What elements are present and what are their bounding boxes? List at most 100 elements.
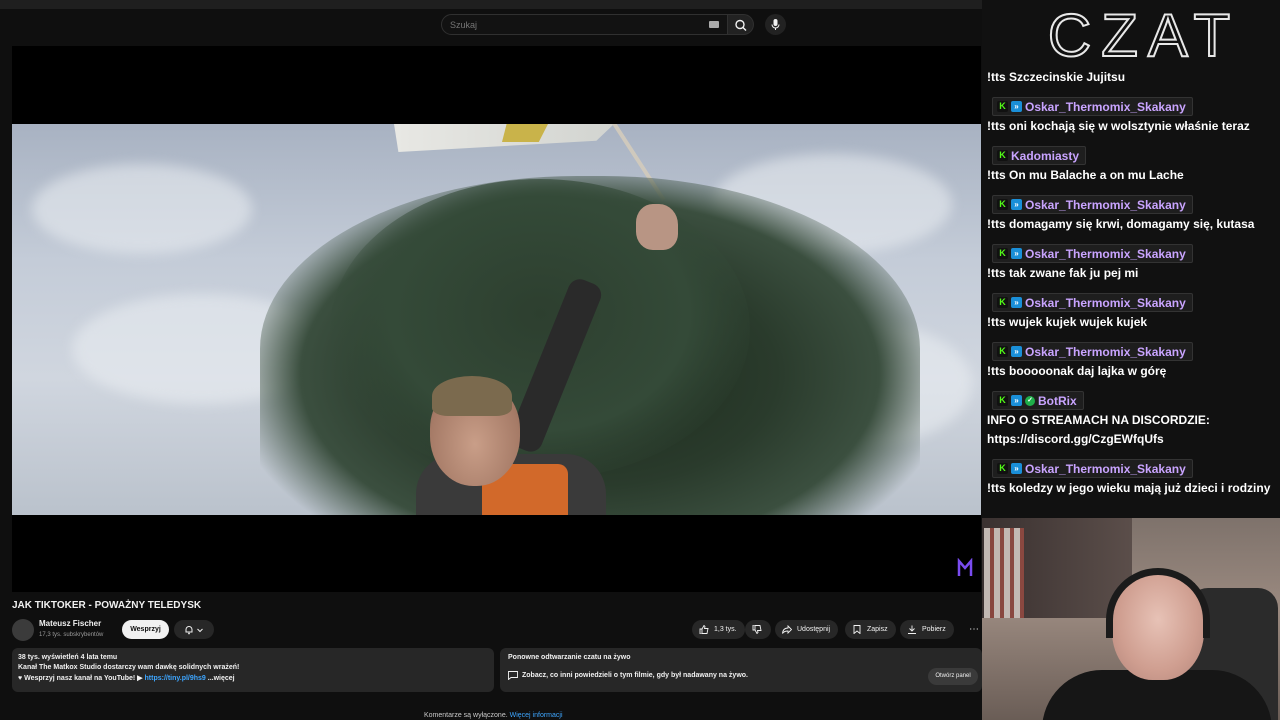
- chat-username-pill[interactable]: K» Oskar_Thermomix_Skakany: [992, 244, 1193, 263]
- chat-message-text: !tts On mu Balache a on mu Lache: [987, 168, 1184, 182]
- person-hair: [432, 376, 512, 416]
- more-actions-button[interactable]: ⋯: [966, 620, 982, 639]
- chat-username-pill[interactable]: K» Oskar_Thermomix_Skakany: [992, 195, 1193, 214]
- kick-badge-icon: K: [997, 199, 1008, 210]
- bell-icon: [185, 625, 193, 635]
- download-label: Pobierz: [922, 626, 946, 633]
- boost-badge-icon: »: [1011, 101, 1022, 112]
- chat-username[interactable]: BotRix: [1038, 394, 1077, 408]
- search-box[interactable]: [441, 14, 728, 35]
- chat-message-text: !tts Szczecinskie Jujitsu: [987, 70, 1126, 84]
- video-title: JAK TIKTOKER - POWAŻNY TELEDYSK: [12, 600, 202, 611]
- kick-badge-icon: K: [997, 101, 1008, 112]
- save-button[interactable]: Zapisz: [845, 620, 896, 639]
- chat-username[interactable]: Oskar_Thermomix_Skakany: [1025, 100, 1186, 114]
- chat-username[interactable]: Oskar_Thermomix_Skakany: [1025, 247, 1186, 261]
- support-button[interactable]: Wesprzyj: [122, 620, 169, 639]
- boost-badge-icon: »: [1011, 463, 1022, 474]
- search-icon: [735, 19, 747, 31]
- kick-badge-icon: K: [997, 297, 1008, 308]
- youtube-top-bar: [0, 0, 982, 46]
- comments-disabled-text: Komentarze są wyłączone.: [424, 712, 510, 719]
- hand: [636, 204, 678, 250]
- microphone-icon: [771, 19, 780, 30]
- comments-disabled-notice: Komentarze są wyłączone. Więcej informac…: [424, 712, 563, 719]
- chat-username[interactable]: Oskar_Thermomix_Skakany: [1025, 198, 1186, 212]
- chat-message-text: !tts tak zwane fak ju pej mi: [987, 266, 1139, 280]
- chat-panel: CZAT !tts Szczecinskie Jujitsu K» Oskar_Th…: [982, 0, 1280, 518]
- chat-message-text: !tts domagamy się krwi, domagamy się, ku…: [987, 217, 1255, 231]
- chat-title: CZAT: [1048, 2, 1240, 69]
- description-link[interactable]: https://tiny.pl/9hs9: [145, 675, 206, 682]
- download-button[interactable]: Pobierz: [900, 620, 954, 639]
- bookmark-icon: [853, 625, 861, 634]
- like-button[interactable]: 1,3 tys.: [692, 620, 745, 639]
- like-count: 1,3 tys.: [714, 626, 737, 633]
- comments-more-info-link[interactable]: Więcej informacji: [510, 712, 563, 719]
- kick-badge-icon: K: [997, 395, 1008, 406]
- chat-username[interactable]: Oskar_Thermomix_Skakany: [1025, 296, 1186, 310]
- share-icon: [782, 625, 792, 634]
- boost-badge-icon: »: [1011, 297, 1022, 308]
- chat-username-pill[interactable]: K» Oskar_Thermomix_Skakany: [992, 342, 1193, 361]
- chat-message-text: INFO O STREAMACH NA DISCORDZIE:: [987, 413, 1210, 427]
- chat-message-text: https://discord.gg/CzgEWfqUfs: [987, 432, 1164, 446]
- description-line: Kanał The Matkox Studio dostarczy wam da…: [18, 664, 240, 671]
- video-player[interactable]: [12, 46, 981, 592]
- kick-badge-icon: K: [997, 150, 1008, 161]
- boost-badge-icon: »: [1011, 346, 1022, 357]
- youtube-watch-page: JAK TIKTOKER - POWAŻNY TELEDYSK Mateusz …: [0, 0, 982, 720]
- chat-message-text: !tts koledzy w jego wieku mają już dziec…: [987, 481, 1271, 495]
- chat-message-text: !tts oni kochają się w wolsztynie właśni…: [987, 119, 1250, 133]
- boost-badge-icon: »: [1011, 199, 1022, 210]
- download-icon: [908, 625, 916, 634]
- open-panel-button[interactable]: Otwórz panel: [928, 668, 978, 685]
- save-label: Zapisz: [867, 626, 888, 633]
- streamer-webcam: [982, 518, 1280, 720]
- chat-username-pill[interactable]: K» ✓ BotRix: [992, 391, 1084, 410]
- chat-username-pill[interactable]: K Kadomiasty: [992, 146, 1087, 165]
- thumbs-up-icon: [699, 625, 709, 634]
- live-chat-replay-box: Ponowne odtwarzanie czatu na żywo Zobacz…: [500, 648, 982, 692]
- boost-badge-icon: »: [1011, 395, 1022, 406]
- share-button[interactable]: Udostępnij: [775, 620, 839, 639]
- live-chat-replay-title: Ponowne odtwarzanie czatu na żywo: [508, 654, 631, 661]
- share-label: Udostępnij: [797, 626, 831, 633]
- chat-username[interactable]: Oskar_Thermomix_Skakany: [1025, 462, 1186, 476]
- boost-badge-icon: »: [1011, 248, 1022, 259]
- chat-username-pill[interactable]: K» Oskar_Thermomix_Skakany: [992, 293, 1193, 312]
- kick-badge-icon: K: [997, 346, 1008, 357]
- kick-badge-icon: K: [997, 463, 1008, 474]
- chat-username-pill[interactable]: K» Oskar_Thermomix_Skakany: [992, 97, 1193, 116]
- chat-username[interactable]: Oskar_Thermomix_Skakany: [1025, 345, 1186, 359]
- view-count-and-date: 38 tys. wyświetleń 4 lata temu: [18, 654, 118, 661]
- cloud: [32, 164, 252, 254]
- chat-message-text: !tts booooonak daj lajka w górę: [987, 364, 1167, 378]
- chat-bubble-icon: [508, 671, 518, 680]
- keyboard-icon[interactable]: [709, 21, 719, 28]
- channel-avatar[interactable]: [12, 619, 34, 641]
- kick-badge-icon: K: [997, 248, 1008, 259]
- chat-username[interactable]: Kadomiasty: [1011, 149, 1079, 163]
- chat-title-logo: CZAT: [1047, 2, 1240, 70]
- chat-username-pill[interactable]: K» Oskar_Thermomix_Skakany: [992, 459, 1193, 478]
- verified-badge-icon: ✓: [1025, 395, 1035, 406]
- chevron-down-icon: [197, 628, 204, 632]
- chat-message-text: !tts wujek kujek wujek kujek: [987, 315, 1148, 329]
- video-frame[interactable]: [12, 124, 981, 515]
- dislike-button[interactable]: [745, 620, 771, 639]
- search-input[interactable]: [450, 15, 700, 34]
- webcam-background-curtain: [984, 528, 1024, 618]
- subscriber-count: 17,3 tys. subskrybentów: [39, 632, 104, 638]
- search-button[interactable]: [728, 14, 754, 35]
- live-chat-replay-text: Zobacz, co inni powiedzieli o tym filmie…: [522, 672, 748, 679]
- description-more-link[interactable]: ...więcej: [206, 675, 235, 682]
- description-support-text: ♥ Wesprzyj nasz kanał na YouTube! ▶: [18, 675, 145, 682]
- thumbs-down-icon: [752, 625, 762, 634]
- voice-search-button[interactable]: [765, 14, 786, 35]
- channel-name[interactable]: Mateusz Fischer: [39, 619, 101, 628]
- notification-bell-button[interactable]: [174, 620, 214, 639]
- channel-watermark-icon[interactable]: [957, 558, 973, 578]
- description-line: ♥ Wesprzyj nasz kanał na YouTube! ▶ http…: [18, 674, 235, 682]
- description-box[interactable]: 38 tys. wyświetleń 4 lata temu Kanał The…: [12, 648, 494, 692]
